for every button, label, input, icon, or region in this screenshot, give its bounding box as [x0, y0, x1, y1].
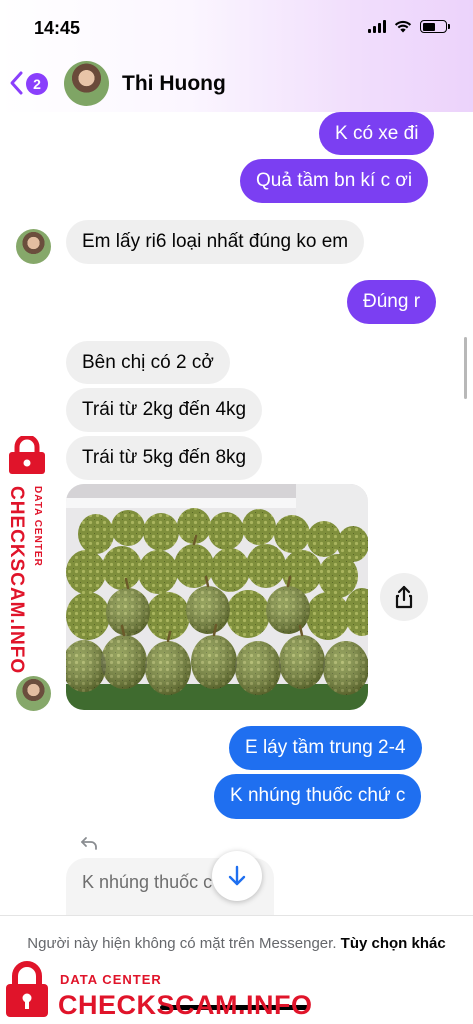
message-incoming[interactable]: Trái từ 5kg đến 8kg — [66, 436, 263, 480]
message-incoming[interactable]: Trái từ 2kg đến 4kg — [66, 388, 263, 432]
scrollbar-thumb[interactable] — [464, 337, 467, 399]
battery-icon — [420, 20, 450, 33]
watermark-side-subtitle: DATA CENTER — [32, 486, 43, 567]
header-bar: 14:45 2 Thi Huong — [0, 0, 473, 112]
durian-photo[interactable] — [66, 484, 368, 710]
contact-avatar-small — [16, 229, 51, 264]
cellular-signal-icon — [368, 20, 386, 33]
status-icons — [368, 20, 450, 33]
message-incoming[interactable]: Bên chị có 2 cở — [66, 341, 230, 384]
message-outgoing[interactable]: K nhúng thuốc chứ c — [214, 774, 422, 819]
contact-name[interactable]: Thi Huong — [122, 72, 226, 96]
wifi-icon — [394, 20, 412, 33]
message-incoming[interactable]: Em lấy ri6 loại nhất đúng ko em — [66, 220, 365, 264]
message-outgoing[interactable]: Đúng r — [347, 280, 437, 324]
message-outgoing[interactable]: K có xe đi — [319, 112, 435, 155]
share-button[interactable] — [380, 573, 428, 621]
notice-message: Người này hiện không có mặt trên Messeng… — [27, 935, 337, 952]
chevron-left-icon — [10, 71, 23, 95]
watermark-lock-icon — [9, 436, 45, 474]
watermark-side-title: CHECKSCAM.INFO — [6, 486, 27, 675]
reply-icon — [81, 837, 97, 850]
unread-count-badge: 2 — [26, 73, 48, 95]
durian-photo-image — [66, 484, 368, 710]
scroll-to-bottom-button[interactable] — [212, 851, 262, 901]
status-time: 14:45 — [34, 18, 81, 38]
watermark-bottom-title: CHECKSCAM.INFO — [58, 990, 313, 1020]
notice-text-block: Người này hiện không có mặt trên Messeng… — [20, 932, 453, 955]
arrow-down-icon — [228, 865, 246, 886]
contact-avatar-small — [16, 676, 51, 711]
contact-avatar[interactable] — [64, 61, 109, 106]
watermark-lock-icon — [6, 961, 48, 1017]
share-icon — [395, 585, 413, 609]
reply-preview-text: K nhúng thuốc c — [82, 872, 213, 892]
message-outgoing[interactable]: Quả tầm bn kí c ơi — [240, 159, 429, 203]
more-options-link[interactable]: Tùy chọn khác — [341, 935, 446, 952]
watermark-bottom-subtitle: DATA CENTER — [60, 972, 162, 987]
message-outgoing[interactable]: E láy tầm trung 2-4 — [229, 726, 422, 770]
